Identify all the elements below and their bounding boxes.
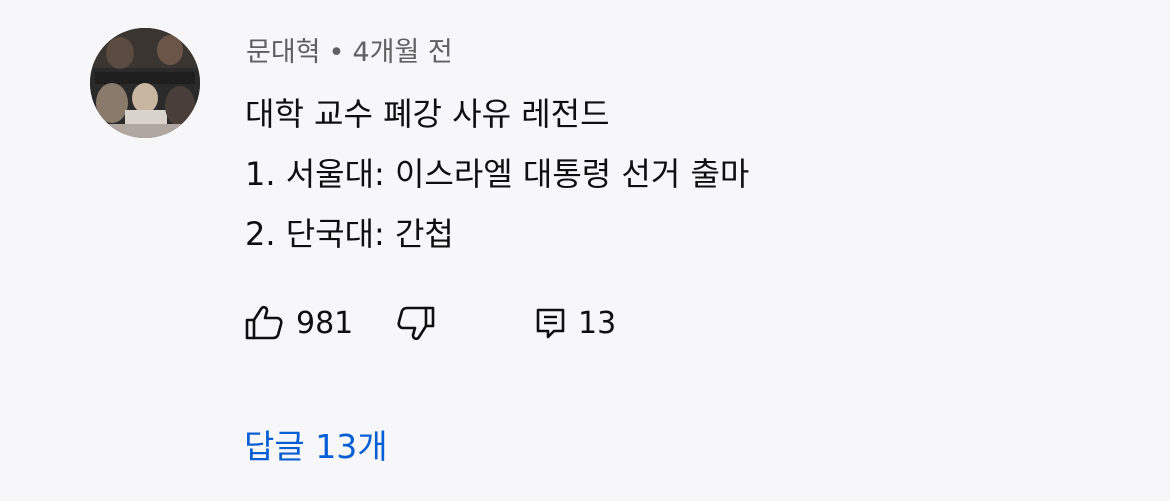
avatar[interactable]	[90, 28, 200, 138]
thumbs-down-icon	[397, 306, 435, 341]
like-button[interactable]: 981	[244, 305, 394, 341]
comment-thread: 문대혁 • 4개월 전 대학 교수 폐강 사유 레전드 1. 서울대: 이스라엘 대…	[0, 0, 1170, 501]
comment-line: 2. 단국대: 간첩	[245, 215, 454, 253]
comment-line: 1. 서울대: 이스라엘 대통령 선거 출마	[245, 155, 750, 193]
comment-actions: 981 13	[244, 300, 616, 346]
avatar-image	[90, 28, 200, 138]
reply-button[interactable]: 13	[534, 306, 616, 341]
comment-timestamp[interactable]: 4개월 전	[352, 37, 452, 68]
comment-icon	[536, 308, 565, 339]
dislike-button[interactable]	[394, 305, 534, 341]
comment-body: 대학 교수 폐강 사유 레전드 1. 서울대: 이스라엘 대통령 선거 출마 2…	[245, 84, 749, 264]
thumbs-up-icon	[245, 305, 283, 340]
reply-count: 13	[578, 305, 617, 341]
author-name[interactable]: 문대혁	[246, 37, 321, 68]
meta-separator: •	[328, 37, 345, 68]
view-replies-link[interactable]: 답글 13개	[244, 420, 388, 468]
comment-meta: 문대혁 • 4개월 전	[246, 30, 453, 69]
like-count: 981	[296, 305, 354, 341]
comment-line: 대학 교수 폐강 사유 레전드	[245, 95, 610, 133]
